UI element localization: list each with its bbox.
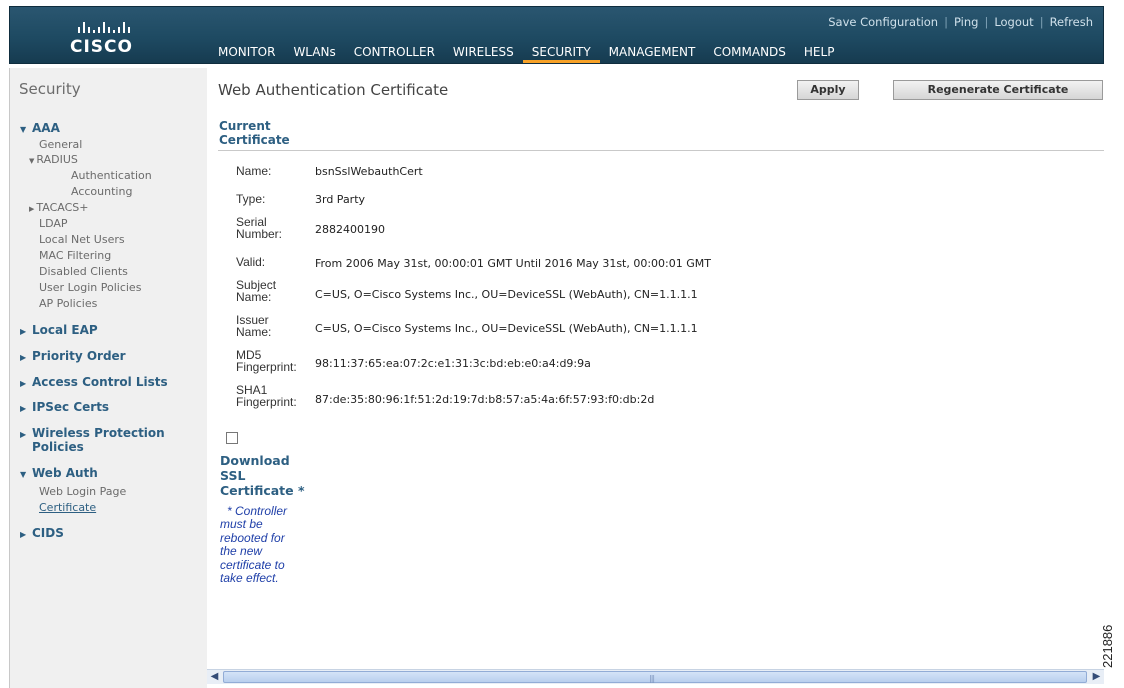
triangle-right-icon: ▶ <box>20 404 27 413</box>
nav-commands[interactable]: COMMANDS <box>704 43 795 63</box>
sidebar-item-radius[interactable]: ▼ RADIUS <box>29 153 78 166</box>
sidebar-section-aaa[interactable]: ▼ AAA <box>20 121 60 135</box>
sidebar-section-ipsec-certs[interactable]: ▶ IPSec Certs <box>20 400 109 414</box>
nav-wlans[interactable]: WLANs <box>284 43 344 63</box>
sidebar-section-priority-order[interactable]: ▶ Priority Order <box>20 349 126 363</box>
subject-name-value: C=US, O=Cisco Systems Inc., OU=DeviceSSL… <box>315 288 698 301</box>
type-label: Type: <box>236 192 266 206</box>
logout-link[interactable]: Logout <box>994 15 1033 29</box>
divider: | <box>1039 15 1044 29</box>
nav-monitor[interactable]: MONITOR <box>218 43 284 63</box>
sidebar-item-certificate[interactable]: Certificate <box>39 501 96 514</box>
triangle-right-icon: ▶ <box>20 353 27 362</box>
sidebar-item-user-login-policies[interactable]: User Login Policies <box>39 281 141 294</box>
triangle-right-icon: ▶ <box>20 430 27 439</box>
main-content: Web Authentication Certificate Apply Reg… <box>207 68 1104 688</box>
sidebar-item-authentication[interactable]: Authentication <box>71 169 152 182</box>
triangle-right-icon: ▶ <box>20 530 27 539</box>
sidebar-item-disabled-clients[interactable]: Disabled Clients <box>39 265 128 278</box>
nav-help[interactable]: HELP <box>795 43 844 63</box>
cisco-logo-text: CISCO <box>70 37 133 57</box>
regenerate-certificate-button[interactable]: Regenerate Certificate <box>893 80 1103 100</box>
name-label: Name: <box>236 164 272 178</box>
issuer-name-value: C=US, O=Cisco Systems Inc., OU=DeviceSSL… <box>315 322 698 335</box>
name-value: bsnSslWebauthCert <box>315 165 423 178</box>
issuer-name-label: Issuer Name: <box>236 313 272 339</box>
page-title: Web Authentication Certificate <box>218 81 449 99</box>
sidebar-section-web-auth[interactable]: ▼ Web Auth <box>20 466 98 480</box>
triangle-right-icon: ▶ <box>20 379 27 388</box>
sidebar-item-tacacs[interactable]: ▶ TACACS+ <box>29 201 88 214</box>
nav-security[interactable]: SECURITY <box>522 43 600 63</box>
nav-management[interactable]: MANAGEMENT <box>600 43 705 63</box>
figure-id: 221886 <box>1100 624 1115 668</box>
valid-value: From 2006 May 31st, 00:00:01 GMT Until 2… <box>315 257 711 270</box>
sidebar-item-general[interactable]: General <box>39 138 82 151</box>
sidebar-item-local-net-users[interactable]: Local Net Users <box>39 233 125 246</box>
horizontal-scrollbar[interactable]: ◀ ||| ▶ <box>207 669 1104 684</box>
sidebar-item-accounting[interactable]: Accounting <box>71 185 132 198</box>
cisco-bars-icon <box>78 15 150 33</box>
nav-controller[interactable]: CONTROLLER <box>345 43 444 63</box>
triangle-right-icon: ▶ <box>20 327 27 336</box>
serial-number-value: 2882400190 <box>315 223 385 236</box>
sidebar-section-cids[interactable]: ▶ CIDS <box>20 526 64 540</box>
triangle-down-icon: ▼ <box>29 157 35 165</box>
serial-number-label: Serial Number: <box>236 215 283 241</box>
md5-fingerprint-label: MD5 Fingerprint: <box>236 348 297 374</box>
sidebar-section-access-control-lists[interactable]: ▶ Access Control Lists <box>20 375 168 389</box>
sidebar: Security ▼ AAA General ▼ RADIUS Authentica… <box>9 68 207 688</box>
sidebar-item-mac-filtering[interactable]: MAC Filtering <box>39 249 111 262</box>
cisco-logo: CISCO <box>70 15 150 59</box>
sidebar-title: Security <box>19 80 81 98</box>
sidebar-section-wireless-protection-policies[interactable]: ▶ Wireless Protection Policies <box>20 427 165 453</box>
triangle-down-icon: ▼ <box>20 125 27 134</box>
refresh-link[interactable]: Refresh <box>1050 15 1093 29</box>
top-header: CISCO Save Configuration | Ping | Logout… <box>9 6 1104 64</box>
divider <box>218 150 1104 151</box>
triangle-right-icon: ▶ <box>29 205 35 213</box>
type-value: 3rd Party <box>315 193 366 206</box>
sidebar-section-local-eap[interactable]: ▶ Local EAP <box>20 323 98 337</box>
subject-name-label: Subject Name: <box>236 278 277 304</box>
sidebar-item-ap-policies[interactable]: AP Policies <box>39 297 97 310</box>
apply-button[interactable]: Apply <box>797 80 859 100</box>
sha1-fingerprint-label: SHA1 Fingerprint: <box>236 383 297 409</box>
main-nav: MONITOR WLANs CONTROLLER WIRELESS SECURI… <box>218 43 843 63</box>
scroll-right-icon[interactable]: ▶ <box>1089 670 1104 684</box>
sidebar-item-ldap[interactable]: LDAP <box>39 217 68 230</box>
scrollbar-thumb[interactable]: ||| <box>223 671 1087 683</box>
divider: | <box>984 15 989 29</box>
grip-icon: ||| <box>649 674 655 683</box>
triangle-down-icon: ▼ <box>20 470 27 479</box>
save-configuration-link[interactable]: Save Configuration <box>828 15 938 29</box>
divider: | <box>944 15 948 29</box>
download-ssl-certificate-label: Download SSL Certificate * <box>220 453 305 498</box>
nav-wireless[interactable]: WIRELESS <box>444 43 523 63</box>
reboot-note: * Controller must be rebooted for the ne… <box>220 504 288 586</box>
sha1-fingerprint-value: 87:de:35:80:96:1f:51:2d:19:7d:b8:57:a5:4… <box>315 393 655 406</box>
md5-fingerprint-value: 98:11:37:65:ea:07:2c:e1:31:3c:bd:eb:e0:a… <box>315 357 591 370</box>
sidebar-item-web-login-page[interactable]: Web Login Page <box>39 485 126 498</box>
current-certificate-header: Current Certificate <box>219 119 290 147</box>
ping-link[interactable]: Ping <box>954 15 978 29</box>
download-ssl-certificate-checkbox[interactable] <box>226 432 238 444</box>
valid-label: Valid: <box>236 255 266 269</box>
top-links: Save Configuration | Ping | Logout | Ref… <box>828 15 1093 29</box>
scroll-left-icon[interactable]: ◀ <box>207 670 222 684</box>
